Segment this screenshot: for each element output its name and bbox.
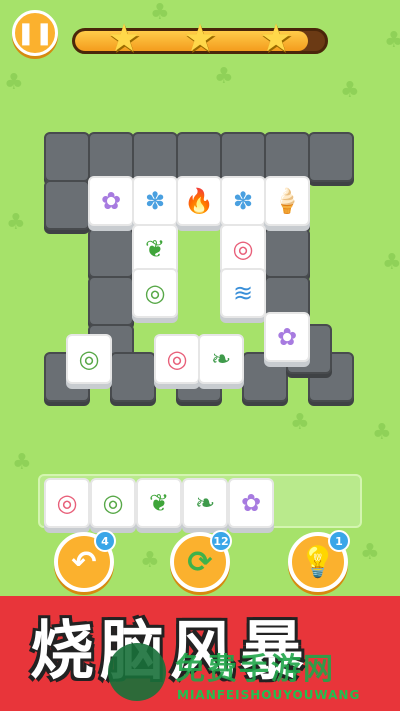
clover-decoration-icon: ♣ bbox=[214, 64, 234, 89]
tray-matcha-roll-tile: ◎ bbox=[90, 478, 136, 528]
lightbulb-icon: 💡 bbox=[299, 544, 337, 580]
cotton-flower-tile[interactable]: ✽ bbox=[220, 176, 266, 226]
watermark-text: 免费手游网 bbox=[175, 652, 335, 687]
clover-decoration-icon: ♣ bbox=[12, 450, 32, 475]
cake-tile bbox=[264, 132, 310, 182]
campfire-tile bbox=[308, 132, 354, 182]
matcha-roll-icon: ◎ bbox=[102, 489, 124, 517]
cupcake-tile bbox=[88, 228, 134, 278]
tray-swiss-roll-tile: ◎ bbox=[44, 478, 90, 528]
swiss-roll-tile[interactable]: ◎ bbox=[154, 334, 200, 384]
clover-decoration-icon: ♣ bbox=[6, 210, 26, 235]
clover-decoration-icon: ♣ bbox=[384, 28, 400, 53]
tile-tray: ◎ ◎ ❦ ❧ ✿ bbox=[38, 474, 362, 528]
leaf-dumpling-icon: ❧ bbox=[210, 345, 232, 373]
cupcake-tile bbox=[44, 132, 90, 182]
campfire-icon: 🔥 bbox=[184, 187, 214, 215]
pea-pod-icon: ❦ bbox=[148, 489, 170, 517]
pause-button[interactable]: ❚❚ bbox=[12, 10, 58, 56]
shuffle-count-badge: 12 bbox=[210, 530, 232, 552]
flower-tile bbox=[264, 228, 310, 278]
clover-decoration-icon: ♣ bbox=[140, 548, 160, 573]
pea-pod-tile bbox=[176, 132, 222, 182]
campfire-tile[interactable]: 🔥 bbox=[176, 176, 222, 226]
flower-tile[interactable]: ✿ bbox=[88, 176, 134, 226]
tray-flower-tile: ✿ bbox=[228, 478, 274, 528]
wave-icon: ≋ bbox=[232, 279, 254, 307]
flower-icon: ✿ bbox=[240, 489, 262, 517]
clover-decoration-icon: ♣ bbox=[150, 0, 170, 25]
star-icon: ★ bbox=[106, 16, 142, 60]
clover-decoration-icon: ♣ bbox=[382, 250, 400, 275]
shuffle-button[interactable]: ⟳ 12 bbox=[170, 530, 232, 592]
tray-pea-pod-tile: ❦ bbox=[136, 478, 182, 528]
pause-icon: ❚❚ bbox=[16, 20, 54, 46]
matcha-roll-icon: ◎ bbox=[78, 345, 100, 373]
clover-decoration-icon: ♣ bbox=[290, 410, 310, 435]
swiss-roll-icon: ◎ bbox=[232, 235, 254, 263]
cotton-flower-tile[interactable]: ✽ bbox=[132, 176, 178, 226]
cotton-flower-tile bbox=[88, 276, 134, 326]
flower-icon: ✿ bbox=[100, 187, 122, 215]
wave-tile[interactable]: ≋ bbox=[220, 268, 266, 318]
matcha-roll-tile[interactable]: ◎ bbox=[66, 334, 112, 384]
swiss-roll-tile[interactable]: ◎ bbox=[220, 224, 266, 274]
pea-pod-tile[interactable]: ❦ bbox=[132, 224, 178, 274]
ice-cream-icon: 🍦 bbox=[272, 187, 302, 215]
ice-cream-tile[interactable]: 🍦 bbox=[264, 176, 310, 226]
undo-button[interactable]: ↶ 4 bbox=[54, 530, 116, 592]
wave-tile bbox=[110, 352, 156, 402]
clover-decoration-icon: ♣ bbox=[372, 420, 392, 445]
wave-tile bbox=[132, 132, 178, 182]
clover-decoration-icon: ♣ bbox=[340, 78, 360, 103]
swiss-roll-icon: ◎ bbox=[56, 489, 78, 517]
leaf-dumpling-icon: ❧ bbox=[194, 489, 216, 517]
star-icon: ★ bbox=[258, 16, 294, 60]
wave-tile bbox=[44, 180, 90, 230]
flower-tile[interactable]: ✿ bbox=[264, 312, 310, 362]
pea-pod-icon: ❦ bbox=[144, 235, 166, 263]
hint-count-badge: 1 bbox=[328, 530, 350, 552]
cotton-flower-icon: ✽ bbox=[144, 187, 166, 215]
star-icon: ★ bbox=[182, 16, 218, 60]
undo-icon: ↶ bbox=[71, 544, 97, 580]
leaf-dumpling-tile[interactable]: ❧ bbox=[198, 334, 244, 384]
flower-icon: ✿ bbox=[276, 323, 298, 351]
shuffle-icon: ⟳ bbox=[187, 544, 213, 580]
clover-decoration-icon: ♣ bbox=[360, 540, 380, 565]
tray-leaf-dumpling-tile: ❧ bbox=[182, 478, 228, 528]
matcha-roll-tile[interactable]: ◎ bbox=[132, 268, 178, 318]
clover-decoration-icon: ♣ bbox=[4, 70, 24, 95]
leaf-dumpling-tile bbox=[88, 132, 134, 182]
watermark-logo bbox=[108, 643, 166, 701]
cotton-flower-icon: ✽ bbox=[232, 187, 254, 215]
swiss-roll-icon: ◎ bbox=[166, 345, 188, 373]
watermark-subtext: MIANFEISHOUYOUWANG bbox=[177, 688, 361, 702]
hint-button[interactable]: 💡 1 bbox=[288, 530, 350, 592]
campfire-tile bbox=[220, 132, 266, 182]
matcha-roll-icon: ◎ bbox=[144, 279, 166, 307]
undo-count-badge: 4 bbox=[94, 530, 116, 552]
